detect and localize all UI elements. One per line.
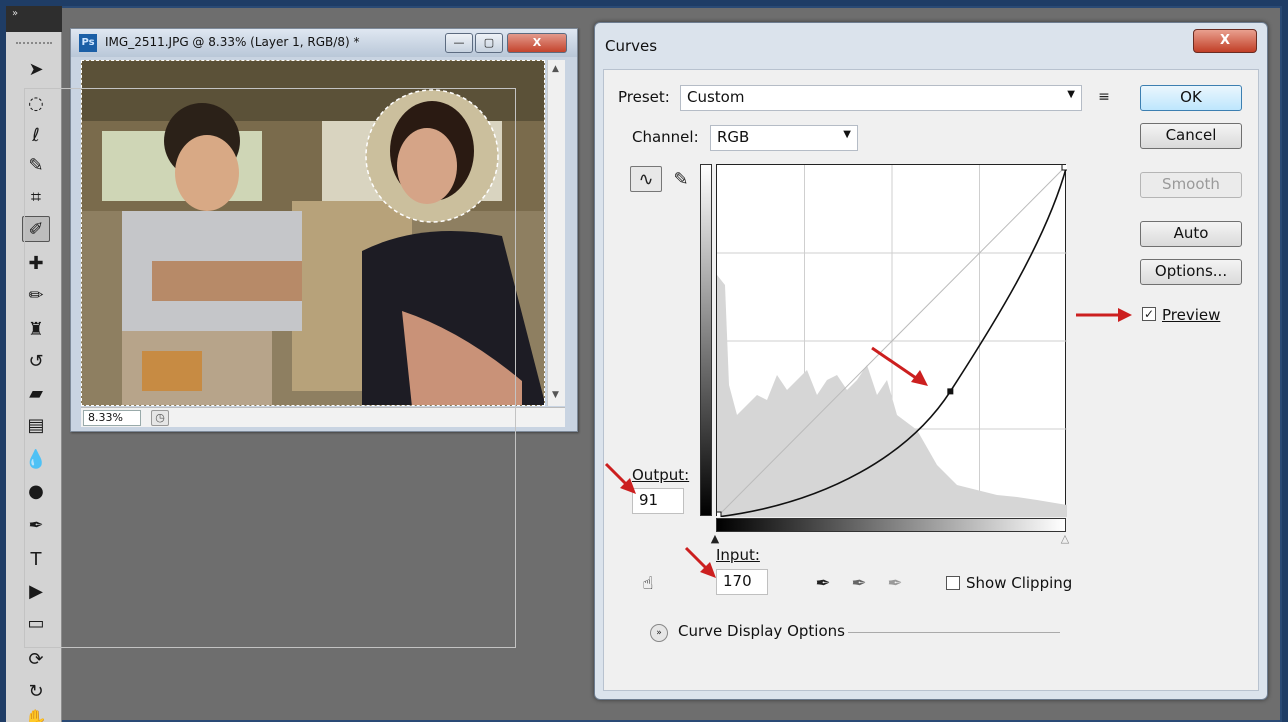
output-label: Output: [632, 466, 690, 484]
smooth-button: Smooth [1140, 172, 1242, 198]
preview-label: Preview [1162, 306, 1221, 324]
3d-orbit-tool-icon[interactable]: ↻ [22, 678, 50, 704]
channel-label: Channel: [628, 128, 703, 146]
hand-tool-icon[interactable]: ✋ [22, 706, 50, 722]
curve-endpoint-black[interactable] [717, 511, 722, 517]
preset-label: Preset: [618, 88, 670, 106]
input-field[interactable]: 170 [716, 569, 768, 595]
document-titlebar[interactable]: Ps IMG_2511.JPG @ 8.33% (Layer 1, RGB/8)… [71, 29, 577, 57]
white-eyedropper-icon[interactable]: ✒ [882, 570, 908, 596]
annotation-arrow-preview [1076, 308, 1132, 322]
curve-point[interactable] [947, 388, 954, 395]
preset-menu-icon[interactable]: ≡ [1094, 86, 1114, 108]
dialog-close-button[interactable]: X [1193, 29, 1257, 53]
document-title: IMG_2511.JPG @ 8.33% (Layer 1, RGB/8) * [105, 35, 360, 49]
vertical-scrollbar[interactable]: ▲ ▼ [547, 60, 565, 406]
black-slider-icon[interactable]: ▲ [709, 532, 721, 545]
scroll-down-icon[interactable]: ▼ [552, 390, 559, 400]
show-clipping-label: Show Clipping [966, 574, 1073, 592]
curve-icon[interactable]: ∿ [630, 166, 662, 192]
white-slider-icon[interactable]: △ [1059, 532, 1071, 545]
annotation-arrow-curve-point [871, 346, 928, 386]
options-button[interactable]: Options... [1140, 259, 1242, 285]
show-clipping-checkbox[interactable] [946, 576, 960, 590]
preset-select[interactable]: Custom ▼ [680, 85, 1082, 111]
photoshop-icon: Ps [79, 34, 97, 52]
preset-value: Custom [687, 88, 745, 106]
output-gradient-bar [700, 164, 712, 516]
black-eyedropper-icon[interactable]: ✒ [810, 570, 836, 596]
cancel-button[interactable]: Cancel [1140, 123, 1242, 149]
input-label: Input: [716, 546, 760, 564]
panel-divider [16, 42, 52, 44]
curves-graph[interactable] [716, 164, 1067, 517]
ok-button[interactable]: OK [1140, 85, 1242, 111]
pencil-icon[interactable]: ✎ [668, 166, 694, 192]
minimize-button[interactable]: — [445, 33, 473, 53]
channel-select[interactable]: RGB ▼ [710, 125, 858, 151]
dialog-title: Curves [605, 37, 658, 55]
preview-checkbox[interactable]: ✓ [1142, 307, 1156, 321]
output-field[interactable]: 91 [632, 488, 684, 514]
chevron-down-icon: ▼ [1067, 89, 1075, 100]
move-tool-icon[interactable]: ➤ [22, 56, 50, 82]
input-gradient-bar [716, 518, 1066, 532]
close-button[interactable]: X [507, 33, 567, 53]
annotation-arrow-input [684, 546, 716, 578]
chevron-down-icon: ▼ [843, 129, 851, 140]
panel-grip[interactable]: » [6, 6, 62, 32]
curve-endpoint-white[interactable] [1061, 165, 1067, 171]
scroll-up-icon[interactable]: ▲ [552, 64, 559, 74]
chevron-down-icon[interactable]: » [650, 624, 668, 642]
options-divider [848, 632, 1060, 633]
auto-button[interactable]: Auto [1140, 221, 1242, 247]
channel-group [24, 88, 516, 648]
annotation-arrow-output [604, 462, 636, 494]
gray-eyedropper-icon[interactable]: ✒ [846, 570, 872, 596]
channel-value: RGB [717, 128, 750, 146]
3d-rotate-tool-icon[interactable]: ⟳ [22, 646, 50, 672]
hand-adjust-icon[interactable]: ☝ [634, 570, 662, 596]
maximize-button[interactable]: ▢ [475, 33, 503, 53]
curve-display-options-label[interactable]: Curve Display Options [678, 622, 845, 640]
